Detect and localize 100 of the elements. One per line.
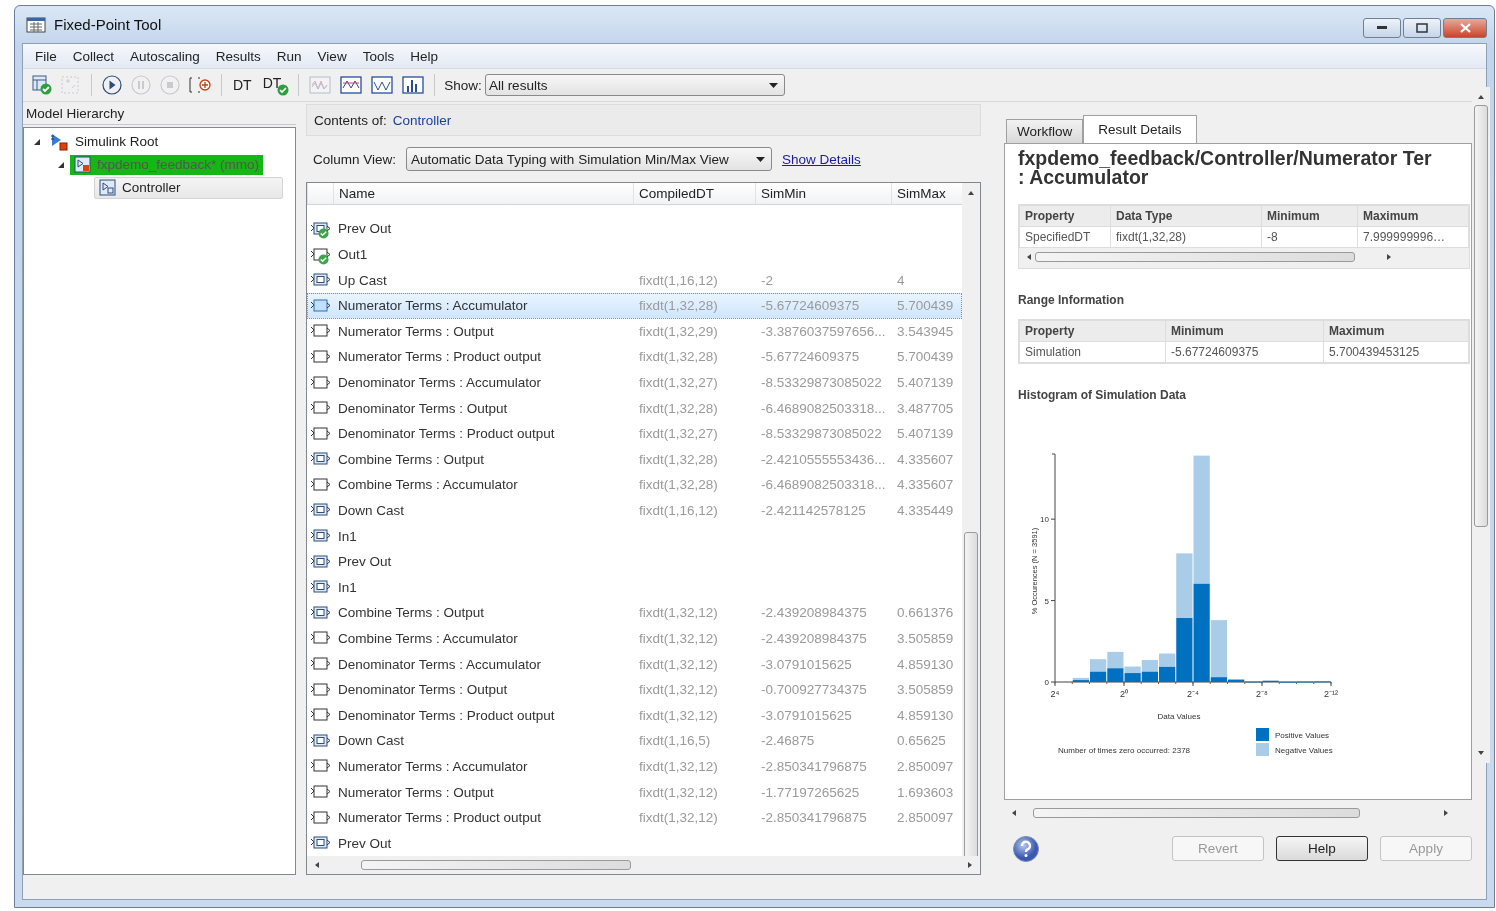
- table-row[interactable]: Numerator Terms : Product output fixdt(1,32,28) -5.67724609375 5.700439: [307, 344, 962, 370]
- table-row[interactable]: Numerator Terms : Output fixdt(1,32,29) -3.3876037597656... 3.543945: [307, 318, 962, 345]
- column-header[interactable]: SimMin: [755, 183, 891, 205]
- sim-min-cell: -5.67724609375: [761, 349, 860, 365]
- sim-min-cell: -2.421142578125: [761, 503, 866, 518]
- sim-min-cell: -3.3876037597656...: [761, 323, 886, 339]
- sim-max-cell: 5.407139: [897, 426, 954, 442]
- data-type-cell: fixdt(1,32,28): [639, 477, 718, 493]
- sim-min-cell: -3.0791015625: [761, 707, 852, 723]
- table-cell: -5.67724609375: [1165, 341, 1324, 363]
- table-row[interactable]: Combine Terms : Accumulator fixdt(1,32,12) -2.439208984375 3.505859: [307, 625, 962, 652]
- menu-item[interactable]: Help: [402, 45, 446, 67]
- dt-button[interactable]: DT: [231, 77, 254, 93]
- block-name: Numerator Terms : Accumulator: [338, 298, 528, 314]
- table-row[interactable]: Up Cast fixdt(1,16,12) -2 4: [307, 267, 962, 293]
- sim-max-cell: 5.700439: [897, 349, 954, 365]
- data-type-cell: fixdt(1,32,12): [639, 630, 718, 646]
- tab[interactable]: Workflow: [1006, 119, 1084, 143]
- table-row[interactable]: Denominator Terms : Accumulator fixdt(1,32,27) -8.53329873085022 5.407139: [307, 369, 962, 396]
- menu-item[interactable]: Results: [207, 45, 269, 67]
- menu-item[interactable]: Run: [268, 45, 310, 67]
- table-row[interactable]: Denominator Terms : Output fixdt(1,32,28) -6.4689082503318... 3.487705: [307, 395, 962, 421]
- tree-item[interactable]: Controller: [94, 176, 283, 199]
- data-type-cell: fixdt(1,32,12): [639, 784, 718, 800]
- column-view-dropdown[interactable]: Automatic Data Typing with Simulation Min/Max View: [406, 147, 773, 171]
- table-row[interactable]: Denominator Terms : Product output fixdt(1,32,27) -8.53329873085022 5.407139: [307, 420, 962, 447]
- table-cell: 7.999999996…: [1357, 226, 1469, 248]
- sim-min-cell: -1.77197265625: [761, 784, 860, 800]
- data-type-cell: fixdt(1,32,12): [639, 656, 718, 672]
- table-row[interactable]: Denominator Terms : Product output fixdt(1,32,12) -3.0791015625 4.859130: [307, 702, 962, 729]
- block-name: Numerator Terms : Output: [338, 784, 494, 800]
- sim-min-cell: -2.850341796875: [761, 758, 867, 774]
- data-type-cell: fixdt(1,32,29): [639, 323, 718, 339]
- column-header[interactable]: Name: [333, 183, 633, 205]
- table-row[interactable]: Prev Out: [307, 216, 962, 242]
- table-row[interactable]: Denominator Terms : Output fixdt(1,32,12) -0.700927734375 3.505859: [307, 676, 962, 703]
- table-row[interactable]: Out1: [307, 241, 962, 268]
- tree-item[interactable]: Simulink Root: [46, 131, 163, 152]
- sim-max-cell: 3.505859: [897, 682, 954, 698]
- block-name: Denominator Terms : Product output: [338, 426, 555, 442]
- column-header: Minimum: [1261, 205, 1358, 227]
- sim-max-cell: 5.700439: [897, 298, 954, 314]
- menu-item[interactable]: File: [27, 45, 65, 67]
- sim-max-cell: 4.335607: [897, 477, 954, 493]
- block-name: In1: [338, 579, 357, 595]
- dt-check-button[interactable]: DT: [260, 74, 290, 96]
- table-row[interactable]: Numerator Terms : Product output fixdt(1,32,12) -2.850341796875 2.850097: [307, 804, 962, 831]
- table-row[interactable]: Down Cast fixdt(1,16,12) -2.421142578125 4.335449: [307, 497, 962, 524]
- menu-item[interactable]: Autoscaling: [122, 45, 208, 67]
- menu-item[interactable]: Tools: [354, 45, 403, 67]
- sim-min-cell: -2.4210555553436...: [761, 451, 886, 467]
- table-row[interactable]: Combine Terms : Output fixdt(1,32,28) -2.4210555553436... 4.335607: [307, 446, 962, 473]
- table-row[interactable]: Numerator Terms : Output fixdt(1,32,12) -1.77197265625 1.693603: [307, 779, 962, 805]
- sim-max-cell: 3.487705: [897, 400, 954, 416]
- table-row[interactable]: Down Cast fixdt(1,16,5) -2.46875 0.65625: [307, 728, 962, 754]
- data-type-cell: fixdt(1,32,27): [639, 375, 718, 390]
- show-label: Show:: [444, 77, 482, 93]
- data-type-cell: fixdt(1,32,28): [639, 400, 718, 416]
- tab[interactable]: Result Details: [1083, 115, 1197, 143]
- block-name: Numerator Terms : Product output: [338, 810, 542, 826]
- table-row[interactable]: In1: [307, 523, 962, 549]
- data-type-cell: fixdt(1,32,28): [639, 451, 718, 467]
- axis-tick-label: 2⁴: [1050, 689, 1060, 699]
- column-header: Maximum: [1357, 205, 1469, 227]
- contents-link[interactable]: Controller: [392, 112, 452, 128]
- table-row[interactable]: Combine Terms : Output fixdt(1,32,12) -2.439208984375 0.661376: [307, 600, 962, 626]
- sim-min-cell: -3.0791015625: [761, 656, 852, 672]
- show-details-link[interactable]: Show Details: [782, 151, 861, 167]
- table-row[interactable]: Prev Out: [307, 830, 962, 856]
- table-row[interactable]: Combine Terms : Accumulator fixdt(1,32,28) -6.4689082503318... 4.335607: [307, 472, 962, 498]
- window-title: Fixed-Point Tool: [54, 16, 162, 33]
- table-row[interactable]: Numerator Terms : Accumulator fixdt(1,32,28) -5.67724609375 5.700439: [307, 292, 962, 319]
- show-dropdown[interactable]: All results: [484, 74, 785, 96]
- column-header: Property: [1019, 205, 1111, 227]
- block-name: Combine Terms : Output: [338, 451, 485, 467]
- contents-label: Contents of:: [314, 112, 387, 128]
- block-name: Prev Out: [338, 221, 392, 237]
- column-header[interactable]: CompiledDT: [633, 183, 755, 205]
- table-row[interactable]: Numerator Terms : Accumulator fixdt(1,32,12) -2.850341796875 2.850097: [307, 753, 962, 780]
- sim-min-cell: -0.700927734375: [761, 682, 867, 698]
- block-name: Numerator Terms : Product output: [338, 349, 542, 365]
- axis-title: Data Values: [1157, 712, 1201, 721]
- menu-item[interactable]: View: [309, 45, 355, 67]
- sim-min-cell: -6.4689082503318...: [761, 400, 886, 416]
- table-row[interactable]: Denominator Terms : Accumulator fixdt(1,32,12) -3.0791015625 4.859130: [307, 651, 962, 677]
- menu-item[interactable]: Collect: [64, 45, 123, 67]
- block-name: Denominator Terms : Output: [338, 682, 508, 698]
- sim-max-cell: 5.407139: [897, 375, 954, 390]
- data-type-cell: fixdt(1,32,12): [639, 758, 718, 774]
- chart-title: Histogram of Simulation Data: [1018, 388, 1188, 402]
- sim-max-cell: 4.859130: [897, 707, 954, 723]
- table-row[interactable]: Prev Out: [307, 548, 962, 575]
- data-type-cell: fixdt(1,32,28): [639, 349, 718, 365]
- result-title: fxpdemo_feedback/Controller/Numerator Ter : Accumulator: [1018, 149, 1433, 187]
- data-type-cell: fixdt(1,16,5): [639, 733, 711, 749]
- column-header: Minimum: [1165, 320, 1324, 342]
- axis-tick-label: 2⁻⁸: [1256, 689, 1268, 699]
- dialog-button[interactable]: Help: [1276, 836, 1368, 861]
- table-row[interactable]: In1: [307, 574, 962, 601]
- block-name: Denominator Terms : Product output: [338, 707, 555, 723]
